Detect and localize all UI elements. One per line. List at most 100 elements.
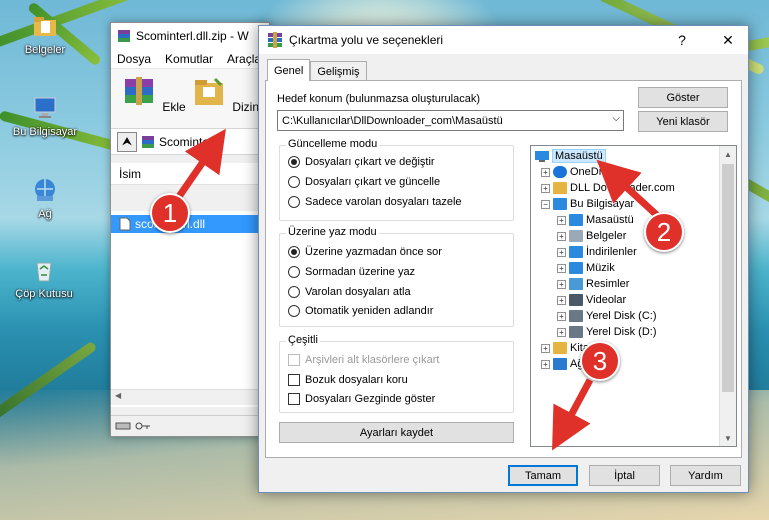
extract-to-button[interactable]: Dizine Çıkart xyxy=(189,75,301,128)
badge-number: 3 xyxy=(592,345,608,376)
dialog-tabs: Genel Gelişmiş xyxy=(267,59,367,81)
menu-komutlar[interactable]: Komutlar xyxy=(165,52,213,66)
show-button[interactable]: Göster xyxy=(638,87,728,108)
tree-node[interactable]: + DLL Downloader.com xyxy=(541,180,675,196)
scroll-down-icon[interactable]: ▼ xyxy=(720,430,736,446)
expand-toggle-icon[interactable]: + xyxy=(557,215,566,225)
expand-toggle-icon[interactable]: + xyxy=(557,311,566,321)
save-settings-button[interactable]: Ayarları kaydet xyxy=(279,422,514,443)
radio-skip-existing[interactable]: Varolan dosyaları atla xyxy=(288,286,411,298)
videos-icon xyxy=(569,294,583,306)
drive-icon xyxy=(569,326,583,338)
expand-toggle-icon[interactable]: + xyxy=(557,231,566,241)
radio-extract-update[interactable]: Dosyaları çıkart ve güncelle xyxy=(288,176,440,188)
tree-node[interactable]: + Masaüstü xyxy=(557,212,634,228)
scroll-thumb[interactable] xyxy=(722,164,734,392)
ok-button[interactable]: Tamam xyxy=(508,465,578,486)
close-button[interactable]: ✕ xyxy=(708,26,748,54)
winrar-title: Scominterl.dll.zip - W xyxy=(136,29,249,43)
radio-button[interactable] xyxy=(288,176,300,188)
expand-toggle-icon[interactable]: − xyxy=(541,199,550,209)
expand-toggle-icon[interactable]: + xyxy=(541,183,550,193)
add-button[interactable]: Ekle xyxy=(119,75,186,128)
destination-path-combo[interactable]: C:\Kullanıcılar\DllDownloader_com\Masaüs… xyxy=(277,110,624,131)
radio-button[interactable] xyxy=(288,305,300,317)
update-mode-group: Güncelleme modu Dosyaları çıkart ve deği… xyxy=(279,138,514,221)
help-icon: ? xyxy=(678,32,686,48)
radio-button[interactable] xyxy=(288,196,300,208)
tab-label: Gelişmiş xyxy=(317,65,360,78)
radio-extract-replace[interactable]: Dosyaları çıkart ve değiştir xyxy=(288,156,435,168)
dialog-titlebar[interactable]: Çıkartma yolu ve seçenekleri ? ✕ xyxy=(259,26,748,54)
tab-gelismis[interactable]: Gelişmiş xyxy=(310,61,367,81)
column-header-name[interactable]: İsim xyxy=(111,163,269,185)
help-button[interactable]: Yardım xyxy=(670,465,741,486)
network-icon xyxy=(35,179,55,201)
chevron-down-icon[interactable]: ⌵ xyxy=(612,113,620,124)
radio-ask-before-overwrite[interactable]: Üzerine yazmadan önce sor xyxy=(288,246,442,258)
tree-node[interactable]: + OneDr xyxy=(541,164,602,180)
documents-icon xyxy=(569,230,583,242)
tree-node[interactable]: + İndirilenler xyxy=(557,244,637,260)
expand-toggle-icon[interactable]: + xyxy=(541,343,550,353)
tab-genel[interactable]: Genel xyxy=(267,59,311,81)
desktop-icon-network[interactable]: Ağ xyxy=(10,176,80,220)
expand-toggle-icon[interactable]: + xyxy=(557,327,566,337)
desktop-icon-recycle-bin[interactable]: Çöp Kutusu xyxy=(4,256,84,300)
new-folder-button[interactable]: Yeni klasör xyxy=(638,111,728,132)
menu-araclar[interactable]: Araçla xyxy=(227,52,261,66)
checkbox-show-in-explorer[interactable]: Dosyaları Gezginde göster xyxy=(288,393,435,405)
winrar-toolbar: Ekle Dizine Çıkart xyxy=(111,69,301,129)
computer-icon xyxy=(553,198,567,210)
expand-toggle-icon[interactable]: + xyxy=(557,263,566,273)
tree-node[interactable]: + Ağ xyxy=(541,356,583,372)
radio-label: Sadece varolan dosyaları tazele xyxy=(305,196,462,208)
checkbox[interactable] xyxy=(288,374,300,386)
menu-dosya[interactable]: Dosya xyxy=(117,52,151,66)
winrar-menubar: Dosya Komutlar Araçla xyxy=(111,49,269,69)
badge-number: 1 xyxy=(162,197,178,228)
tree-node-label: Masaüstü xyxy=(586,214,634,226)
radio-button[interactable] xyxy=(288,286,300,298)
tree-node-label: Bu Bilgisayar xyxy=(570,198,635,210)
radio-button-checked[interactable] xyxy=(288,246,300,258)
up-folder-button[interactable]: ⮝ xyxy=(117,131,137,152)
archive-path[interactable]: Scominterl. xyxy=(159,135,219,149)
cloud-icon xyxy=(553,166,567,178)
radio-button[interactable] xyxy=(288,266,300,278)
tree-node-label: Resimler xyxy=(586,278,630,290)
radio-freshen-existing[interactable]: Sadece varolan dosyaları tazele xyxy=(288,196,462,208)
tree-node[interactable]: + Yerel Disk (D:) xyxy=(557,324,657,340)
checkbox-keep-broken[interactable]: Bozuk dosyaları koru xyxy=(288,374,408,386)
expand-toggle-icon[interactable]: + xyxy=(541,359,550,369)
tree-node[interactable]: + Resimler xyxy=(557,276,629,292)
radio-button-checked[interactable] xyxy=(288,156,300,168)
folder-tree[interactable]: Masaüstü + OneDr + DLL Downloader.com − Bu Bi… xyxy=(530,145,737,447)
tree-node-label: Müzik xyxy=(586,262,615,274)
update-mode-title: Güncelleme modu xyxy=(286,138,380,150)
expand-toggle-icon[interactable]: + xyxy=(557,247,566,257)
tree-node[interactable]: + Belgeler xyxy=(557,228,626,244)
radio-label: Varolan dosyaları atla xyxy=(305,286,411,298)
tree-node[interactable]: − Bu Bilgisayar xyxy=(541,196,634,212)
tree-vscrollbar[interactable]: ▲ ▼ xyxy=(719,146,736,446)
tree-node-root[interactable]: Masaüstü xyxy=(535,148,606,164)
desktop-icon-label: Bu Bilgisayar xyxy=(12,126,78,138)
checkbox[interactable] xyxy=(288,393,300,405)
expand-toggle-icon[interactable]: + xyxy=(557,279,566,289)
annotation-badge-3: 3 xyxy=(580,341,620,381)
expand-toggle-icon[interactable]: + xyxy=(541,167,550,177)
cancel-button[interactable]: İptal xyxy=(589,465,660,486)
scroll-up-icon[interactable]: ▲ xyxy=(720,146,736,162)
desktop-icon-documents[interactable]: Belgeler xyxy=(10,12,80,56)
tree-node[interactable]: + Videolar xyxy=(557,292,626,308)
desktop-icon-this-pc[interactable]: Bu Bilgisayar xyxy=(10,94,80,138)
help-title-button[interactable]: ? xyxy=(662,26,702,54)
tree-node[interactable]: + Müzik xyxy=(557,260,615,276)
tree-node[interactable]: + Yerel Disk (C:) xyxy=(557,308,657,324)
expand-toggle-icon[interactable]: + xyxy=(557,295,566,305)
winrar-titlebar[interactable]: Scominterl.dll.zip - W xyxy=(111,23,269,49)
radio-overwrite-without-prompt[interactable]: Sormadan üzerine yaz xyxy=(288,266,415,278)
radio-rename-automatically[interactable]: Otomatik yeniden adlandır xyxy=(288,305,433,317)
file-list-hscrollbar[interactable]: ◀ xyxy=(111,389,259,405)
